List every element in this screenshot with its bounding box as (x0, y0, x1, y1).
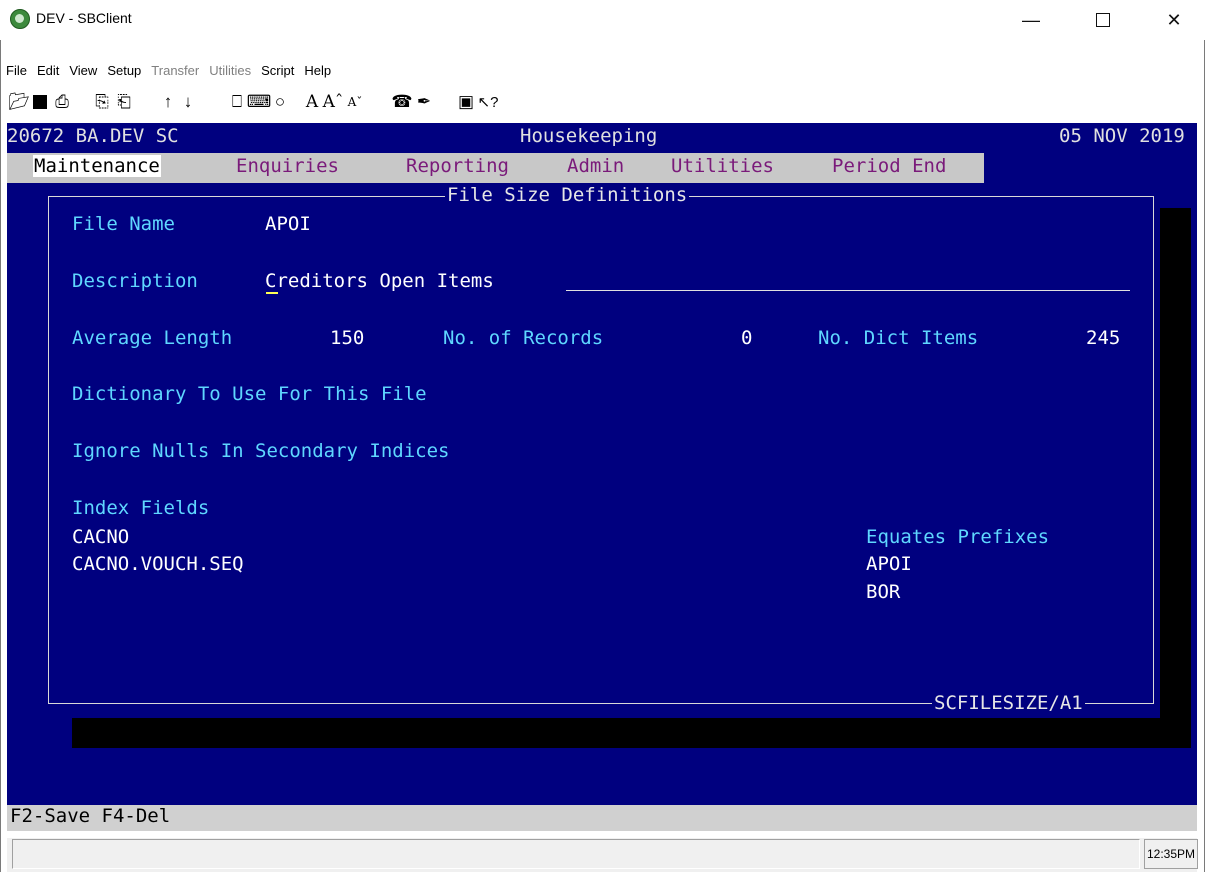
terminal-status-line: 20672 BA.DEV SC Housekeeping 05 NOV 2019 (7, 123, 1197, 153)
toolbar: 📂︎ ⎙ ⎘ ⎗ ↑ ↓ ⎕ ⌨ ○ A Aˆ Aˇ ☎ ✒ ▣ ↖? (0, 86, 1205, 118)
window-border-left (0, 0, 1, 872)
dict-items-value[interactable]: 245 (1086, 327, 1120, 349)
title-bar[interactable]: DEV - SBClient — ✕ (0, 0, 1205, 40)
close-button[interactable]: ✕ (1148, 0, 1200, 40)
save-icon[interactable] (30, 92, 50, 112)
copy-icon[interactable]: ⎘ (92, 92, 112, 112)
keyboard-icon[interactable]: ⌨ (247, 92, 272, 112)
font-smaller-icon[interactable]: Aˇ (346, 92, 364, 112)
index-field-item[interactable]: CACNO.VOUCH.SEQ (72, 553, 244, 575)
equates-item[interactable]: BOR (866, 581, 900, 603)
menu-script[interactable]: Script (255, 63, 298, 78)
description-field[interactable]: Creditors Open Items (265, 270, 494, 292)
form-id: SCFILESIZE/A1 (932, 692, 1085, 714)
menu-file[interactable]: File (0, 63, 31, 78)
window-title: DEV - SBClient (36, 10, 132, 26)
phone-icon[interactable]: ☎ (391, 92, 412, 112)
terminal-menu-bar: Maintenance Enquiries Reporting Admin Ut… (7, 153, 984, 183)
tmenu-period-end[interactable]: Period End (832, 155, 946, 177)
menu-edit[interactable]: Edit (31, 63, 63, 78)
description-field-underline (566, 290, 1130, 291)
screen-title: Housekeeping (520, 125, 658, 147)
index-field-item[interactable]: CACNO (72, 526, 129, 548)
file-name-value[interactable]: APOI (265, 213, 311, 235)
ignore-nulls-label: Ignore Nulls In Secondary Indices (72, 440, 450, 462)
maximize-icon (1096, 13, 1110, 27)
avg-length-label: Average Length (72, 327, 233, 349)
up-arrow-icon[interactable]: ↑ (160, 92, 176, 112)
dict-items-label: No. Dict Items (818, 327, 979, 349)
function-key-hints: F2-Save F4-Del (10, 805, 171, 827)
menu-setup[interactable]: Setup (101, 63, 145, 78)
minimize-button[interactable]: — (1005, 0, 1057, 40)
close-icon: ✕ (1166, 9, 1182, 30)
menu-bar: File Edit View Setup Transfer Utilities … (0, 58, 1205, 82)
help-pointer-icon[interactable]: ↖? (478, 92, 499, 112)
down-arrow-icon[interactable]: ↓ (180, 92, 196, 112)
tmenu-enquiries[interactable]: Enquiries (236, 155, 339, 177)
menu-utilities[interactable]: Utilities (203, 63, 255, 78)
window-icon[interactable]: ▣ (456, 92, 476, 112)
system-date: 05 NOV 2019 (1059, 125, 1185, 147)
print-icon[interactable]: ⎙ (52, 92, 72, 112)
clock: 12:35PM (1144, 839, 1198, 869)
menu-help[interactable]: Help (298, 63, 335, 78)
equates-item[interactable]: APOI (866, 553, 912, 575)
terminal-icon[interactable]: ⎕ (226, 92, 248, 112)
records-label: No. of Records (443, 327, 604, 349)
tmenu-admin[interactable]: Admin (567, 155, 624, 177)
font-icon[interactable]: A (302, 92, 322, 112)
avg-length-value[interactable]: 150 (330, 327, 364, 349)
window-shadow (1160, 208, 1191, 748)
function-key-bar (7, 805, 1197, 831)
text-cursor (266, 292, 278, 294)
tmenu-utilities[interactable]: Utilities (671, 155, 774, 177)
maximize-button[interactable] (1077, 0, 1129, 40)
paste-icon[interactable]: ⎗ (114, 92, 134, 112)
window-shadow (72, 718, 1191, 748)
form-title: File Size Definitions (445, 184, 690, 206)
color-palette-icon[interactable]: ○ (270, 92, 290, 112)
script-icon[interactable]: ✒ (414, 92, 434, 112)
equates-label: Equates Prefixes (866, 526, 1050, 548)
file-name-label: File Name (72, 213, 175, 235)
status-message-panel (12, 839, 1140, 869)
menu-view[interactable]: View (63, 63, 101, 78)
description-label: Description (72, 270, 198, 292)
menu-transfer[interactable]: Transfer (145, 63, 203, 78)
tmenu-maintenance[interactable]: Maintenance (33, 155, 161, 177)
font-larger-icon[interactable]: Aˆ (322, 92, 344, 112)
app-icon (10, 9, 30, 29)
minimize-icon: — (1022, 9, 1040, 30)
tmenu-reporting[interactable]: Reporting (406, 155, 509, 177)
index-fields-label: Index Fields (72, 497, 210, 519)
open-folder-icon[interactable]: 📂︎ (8, 92, 30, 112)
system-id: 20672 BA.DEV SC (7, 125, 179, 147)
dictionary-label: Dictionary To Use For This File (72, 383, 427, 405)
records-value[interactable]: 0 (741, 327, 752, 349)
